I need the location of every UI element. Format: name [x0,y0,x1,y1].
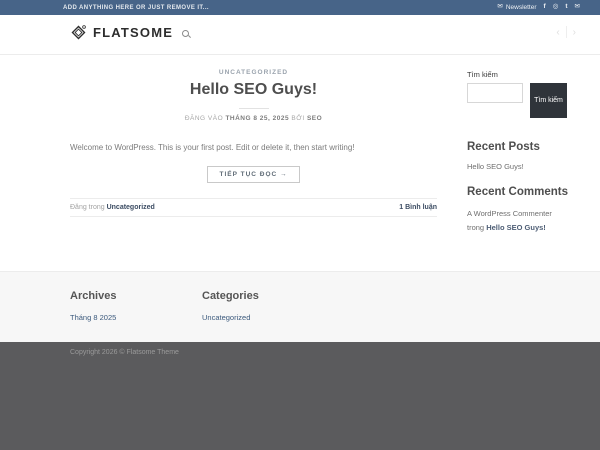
main-content: UNCATEGORIZED Hello SEO Guys! ĐĂNG VÀO T… [0,56,600,271]
recent-posts-title: Recent Posts [467,141,540,153]
post-category-label[interactable]: UNCATEGORIZED [70,69,437,76]
sidebar-search-input[interactable] [467,83,523,103]
topbar: ADD ANYTHING HERE OR JUST REMOVE IT... ✉… [0,0,600,15]
next-post-arrow[interactable]: › [573,27,576,38]
comments-link[interactable]: 1 Bình luận [399,204,437,211]
search-icon[interactable] [182,30,189,37]
search-label: Tìm kiếm [467,70,498,79]
comment-in-label: trong [467,222,485,232]
footer-widgets: Archives Tháng 8 2025 Categories Uncateg… [0,271,600,342]
title-divider [238,108,269,109]
read-more-button[interactable]: TIẾP TỤC ĐỌC → [207,166,300,183]
envelope-icon: ✉ [497,3,503,11]
header-post-nav: ‹ › [556,26,576,38]
comment-author[interactable]: A WordPress Commenter [467,209,552,218]
by-label: BỞI [291,115,305,122]
archives-widget: Archives Tháng 8 2025 [70,290,116,322]
recent-comment-item: A WordPress Commenter trong Hello SEO Gu… [467,207,569,234]
topbar-message: ADD ANYTHING HERE OR JUST REMOVE IT... [63,4,209,11]
post-excerpt: Welcome to WordPress. This is your first… [70,143,355,152]
categories-link[interactable]: Uncategorized [202,313,259,322]
posted-on-label: ĐĂNG VÀO [184,115,224,122]
flatsome-diamond-icon [71,25,86,40]
newsletter-link[interactable]: ✉ Newsletter [497,4,536,11]
categories-widget: Categories Uncategorized [202,290,259,322]
nav-divider [565,26,567,38]
post-meta-row: Đăng trong Uncategorized 1 Bình luận [70,198,437,217]
recent-comments-title: Recent Comments [467,186,568,198]
sidebar-search-button[interactable]: Tìm kiếm [530,83,567,118]
post-date-line: ĐĂNG VÀO THÁNG 8 25, 2025 BỞI SEO [70,115,437,122]
newsletter-label: Newsletter [505,4,537,11]
archives-month-link[interactable]: Tháng 8 2025 [70,313,116,322]
email-icon[interactable]: ✉ [575,4,580,11]
instagram-icon[interactable]: ◎ [553,4,559,11]
post-title[interactable]: Hello SEO Guys! [70,81,437,99]
site-header: FLATSOME ‹ › [0,15,600,55]
facebook-icon[interactable]: f [544,4,546,11]
post-author[interactable]: SEO [307,115,322,122]
posted-in-category-link[interactable]: Uncategorized [107,204,155,211]
twitter-icon[interactable]: t [565,4,567,11]
logo-text: FLATSOME [93,25,174,40]
archives-title: Archives [70,290,117,302]
post-summary: UNCATEGORIZED Hello SEO Guys! ĐĂNG VÀO T… [70,56,437,217]
post-date: THÁNG 8 25, 2025 [225,115,290,122]
categories-title: Categories [202,290,259,302]
topbar-links: ✉ Newsletter f ◎ t ✉ [497,4,580,11]
comment-post-link[interactable]: Hello SEO Guys! [486,223,546,232]
copyright-text: Copyright 2026 © Flatsome Theme [70,349,179,356]
footer-dark: Copyright 2026 © Flatsome Theme [0,342,600,450]
posted-in-label: Đăng trong [70,204,105,211]
site-logo[interactable]: FLATSOME [70,24,173,41]
recent-post-link[interactable]: Hello SEO Guys! [467,162,569,171]
posted-in: Đăng trong Uncategorized [70,204,155,211]
sidebar: Tìm kiếm Tìm kiếm Recent Posts Hello SEO… [467,56,569,234]
prev-post-arrow[interactable]: ‹ [556,27,559,38]
page: ADD ANYTHING HERE OR JUST REMOVE IT... ✉… [0,0,600,450]
